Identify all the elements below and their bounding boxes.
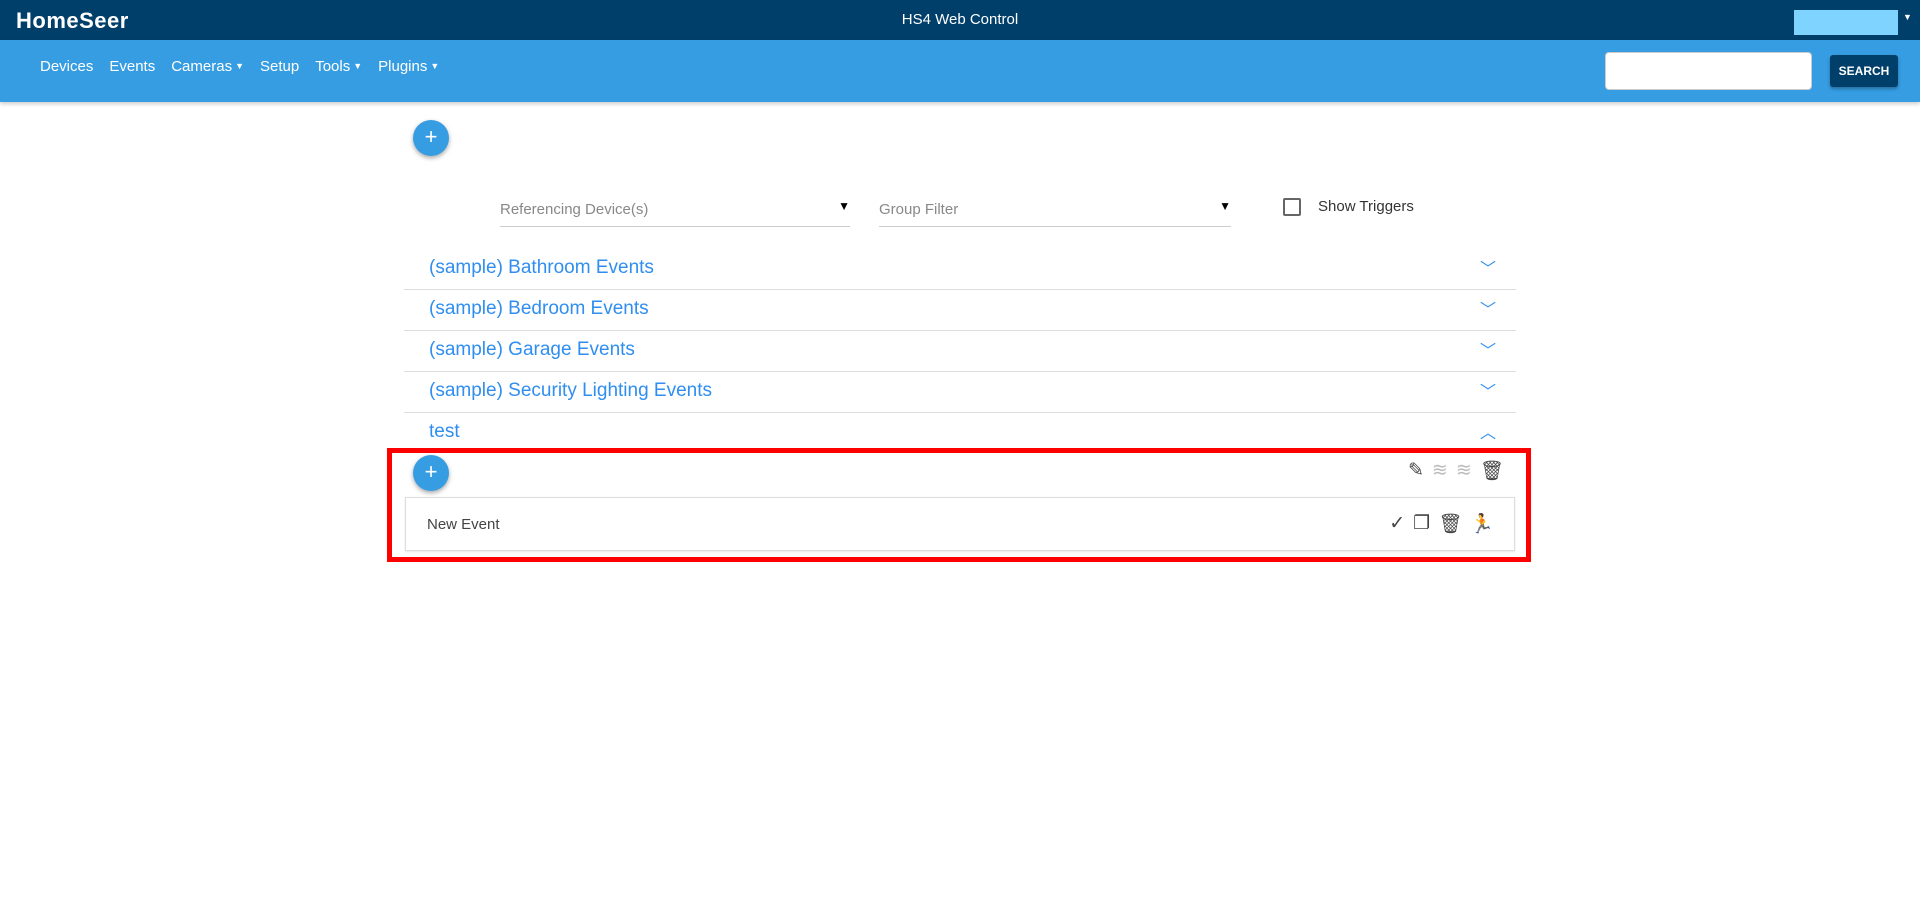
layers-icon[interactable]: ≋ xyxy=(1456,459,1472,483)
add-group-button[interactable]: + xyxy=(413,120,449,156)
app-title: HS4 Web Control xyxy=(901,11,1019,28)
user-menu-caret-icon[interactable]: ▼ xyxy=(1903,12,1912,22)
user-menu[interactable] xyxy=(1794,10,1898,35)
caret-down-icon: ▼ xyxy=(235,61,244,71)
group-filter-select[interactable]: Group Filter ▼ xyxy=(879,193,1231,227)
caret-down-icon: ▼ xyxy=(353,61,363,71)
nav-label: Cameras xyxy=(171,58,233,75)
nav-label: Devices xyxy=(40,58,94,75)
event-name[interactable]: New Event xyxy=(427,516,500,533)
chevron-down-icon[interactable]: ﹀ xyxy=(1480,296,1496,320)
nav-bar: Devices Events Cameras ▼ Setup Tools ▼ Plu… xyxy=(0,40,1920,102)
top-bar: HomeSeer HS4 Web Control ▼ xyxy=(0,0,1920,40)
select-label: Referencing Device(s) xyxy=(500,201,649,218)
chevron-down-icon[interactable]: ﹀ xyxy=(1480,378,1496,402)
dropdown-arrow-icon: ▼ xyxy=(838,199,850,213)
show-triggers-checkbox[interactable] xyxy=(1283,198,1301,216)
referencing-device-select[interactable]: Referencing Device(s) ▼ xyxy=(500,193,850,227)
nav-tools[interactable]: Tools ▼ xyxy=(315,58,362,75)
show-triggers-label: Show Triggers xyxy=(1318,198,1414,215)
copy-icon[interactable]: ❐ xyxy=(1413,512,1430,536)
group-row[interactable]: (sample) Bedroom Events ﹀ xyxy=(404,290,1516,331)
group-label: (sample) Garage Events xyxy=(429,339,635,360)
chevron-down-icon[interactable]: ﹀ xyxy=(1480,337,1496,361)
group-label: (sample) Security Lighting Events xyxy=(429,380,713,401)
dropdown-arrow-icon: ▼ xyxy=(1219,199,1231,213)
check-icon[interactable]: ✓ xyxy=(1389,512,1405,536)
nav-label: Events xyxy=(109,58,156,75)
caret-down-icon: ▼ xyxy=(430,61,440,71)
nav-label: Plugins xyxy=(378,58,428,75)
search-button[interactable]: SEARCH xyxy=(1830,55,1898,87)
group-label: (sample) Bathroom Events xyxy=(429,257,654,278)
edit-icon[interactable]: ✎ xyxy=(1408,459,1424,483)
nav-plugins[interactable]: Plugins ▼ xyxy=(378,58,439,75)
nav-label: Tools xyxy=(315,58,351,75)
nav-label: Setup xyxy=(260,58,300,75)
add-event-button[interactable]: + xyxy=(413,455,449,491)
nav-setup[interactable]: Setup xyxy=(260,58,299,75)
group-row[interactable]: (sample) Bathroom Events ﹀ xyxy=(404,249,1516,290)
select-label: Group Filter xyxy=(879,201,959,218)
chevron-down-icon[interactable]: ﹀ xyxy=(1480,255,1496,279)
group-row[interactable]: (sample) Garage Events ﹀ xyxy=(404,331,1516,372)
group-label: test xyxy=(429,421,460,442)
search-input[interactable] xyxy=(1605,52,1812,90)
chevron-up-icon[interactable]: ︿ xyxy=(1480,419,1496,443)
nav-events[interactable]: Events xyxy=(109,58,155,75)
trash-icon[interactable]: 🗑 xyxy=(1480,459,1504,483)
nav-devices[interactable]: Devices xyxy=(40,58,93,75)
layers-icon[interactable]: ≋ xyxy=(1432,459,1448,483)
run-icon[interactable]: 🏃 xyxy=(1470,512,1494,536)
nav-cameras[interactable]: Cameras ▼ xyxy=(171,58,244,75)
event-row[interactable]: New Event ✓ ❐ 🗑 🏃 xyxy=(405,497,1515,551)
group-row[interactable]: (sample) Security Lighting Events ﹀ xyxy=(404,372,1516,413)
group-label: (sample) Bedroom Events xyxy=(429,298,649,319)
trash-icon[interactable]: 🗑 xyxy=(1438,512,1462,536)
